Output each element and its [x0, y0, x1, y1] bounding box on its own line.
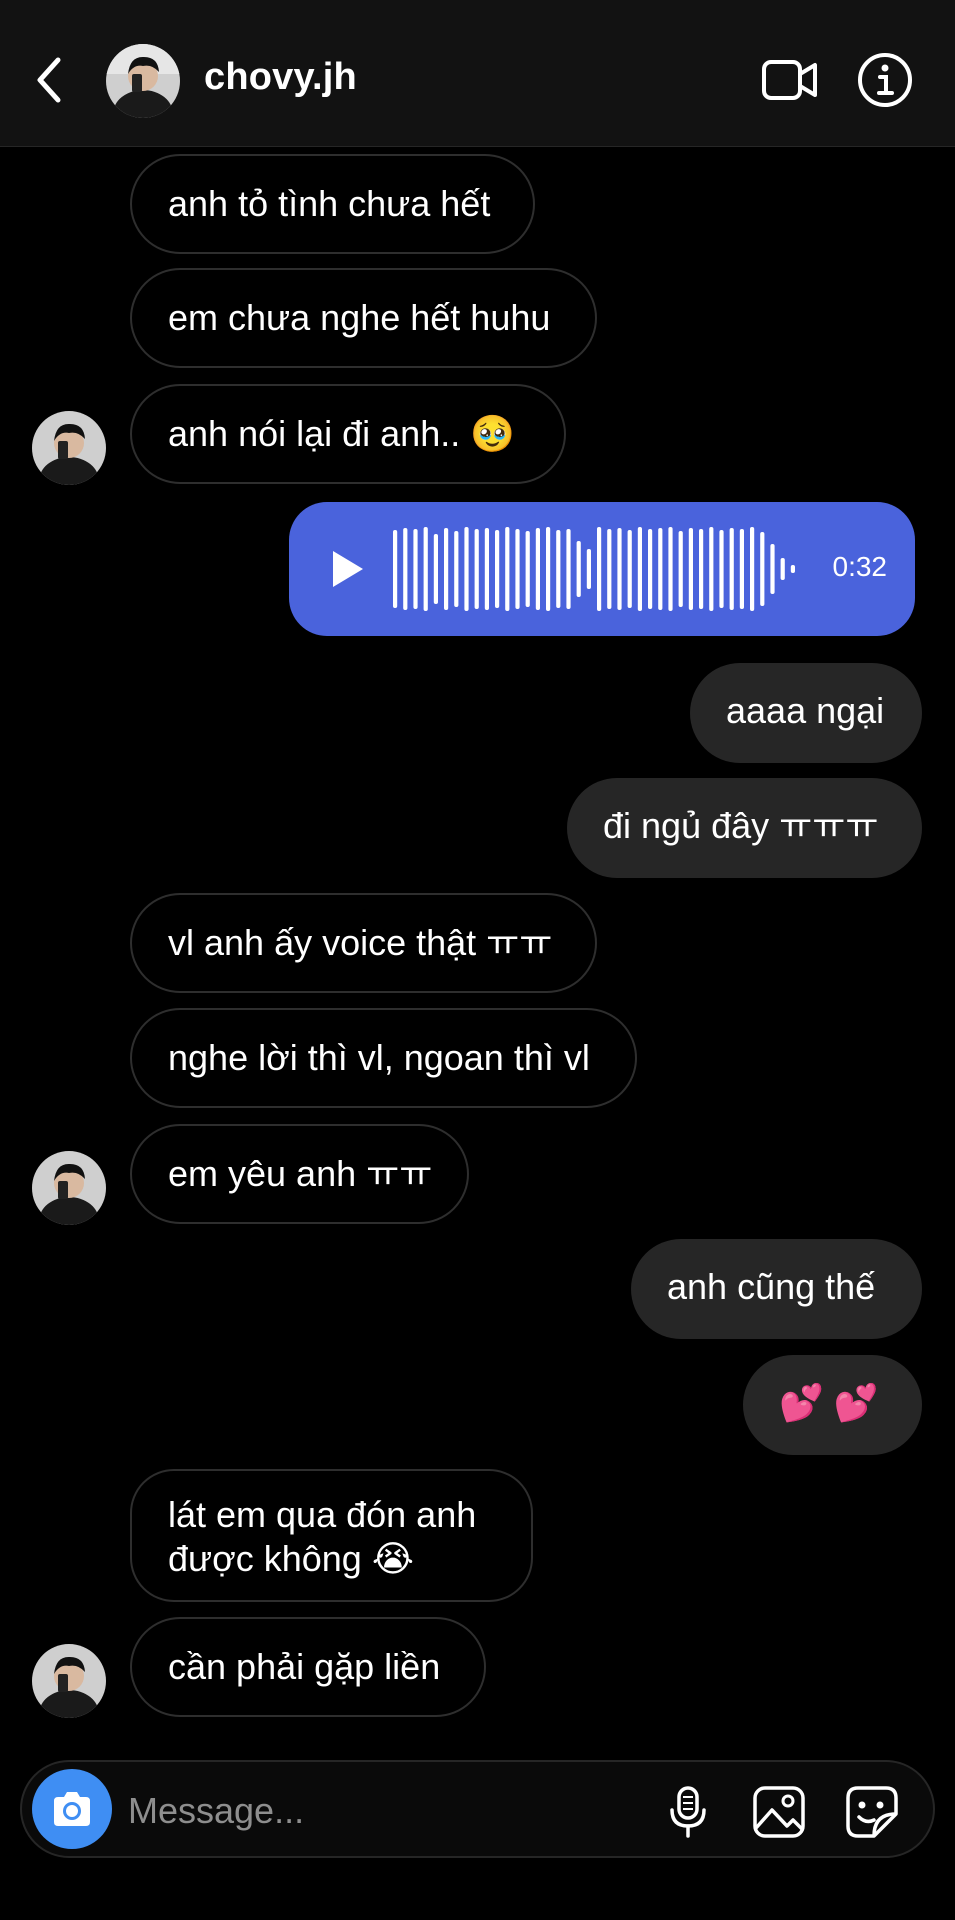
- sender-avatar[interactable]: [32, 1644, 106, 1718]
- chat-header: chovy.jh: [0, 0, 955, 147]
- message-text: anh nói lại đi anh.. 🥹: [168, 413, 516, 454]
- message-bubble-incoming[interactable]: vl anh ấy voice thật ㅠㅠ: [130, 893, 597, 993]
- play-icon: [333, 551, 363, 587]
- message-bubble-outgoing[interactable]: anh cũng thế: [631, 1239, 922, 1339]
- info-icon: [858, 53, 912, 107]
- message-bubble-outgoing[interactable]: aaaa ngại: [690, 663, 922, 763]
- waveform-bar: [495, 530, 500, 608]
- sender-avatar[interactable]: [32, 411, 106, 485]
- play-button[interactable]: [323, 545, 371, 593]
- waveform-bar: [627, 530, 632, 608]
- message-bubble-incoming[interactable]: nghe lời thì vl, ngoan thì vl: [130, 1008, 637, 1108]
- message-bubble-incoming[interactable]: anh nói lại đi anh.. 🥹: [130, 384, 566, 484]
- waveform-bar: [770, 544, 775, 594]
- back-button[interactable]: [30, 50, 70, 110]
- message-composer: [20, 1760, 935, 1858]
- chevron-left-icon: [37, 57, 61, 103]
- message-input[interactable]: [126, 1782, 550, 1840]
- waveform-bar: [709, 527, 714, 611]
- message-bubble-incoming[interactable]: lát em qua đón anh được không 😭: [130, 1469, 533, 1602]
- message-bubble-incoming[interactable]: cần phải gặp liền: [130, 1617, 486, 1717]
- waveform-bar: [525, 531, 530, 607]
- waveform-bar: [515, 529, 520, 609]
- microphone-button[interactable]: [660, 1784, 716, 1840]
- camera-button[interactable]: [32, 1769, 112, 1849]
- message-bubble-outgoing[interactable]: 💕 💕: [743, 1355, 922, 1455]
- waveform-bar: [474, 529, 479, 609]
- waveform-bar: [556, 530, 561, 608]
- header-avatar[interactable]: [106, 44, 180, 118]
- message-bubble-incoming[interactable]: em chưa nghe hết huhu: [130, 268, 597, 368]
- waveform-bar: [688, 528, 693, 610]
- waveform-bar: [739, 529, 744, 609]
- waveform-bar: [750, 527, 755, 611]
- message-bubble-incoming[interactable]: anh tỏ tình chưa hết: [130, 154, 535, 254]
- waveform-bar: [658, 528, 663, 610]
- waveform-bar: [413, 529, 418, 609]
- waveform-bar: [637, 527, 642, 611]
- voice-duration: 0:32: [832, 551, 888, 582]
- message-text: đi ngủ đây ㅠㅠㅠ: [603, 805, 879, 846]
- message-text: cần phải gặp liền: [168, 1646, 441, 1687]
- message-text: anh tỏ tình chưa hết: [168, 183, 491, 224]
- waveform-bar: [535, 528, 540, 610]
- waveform-bar: [597, 527, 602, 611]
- waveform-bar: [505, 527, 510, 611]
- microphone-icon: [670, 1786, 706, 1838]
- video-camera-icon: [762, 60, 817, 100]
- waveform-bar: [576, 541, 581, 597]
- video-call-button[interactable]: [760, 54, 820, 106]
- waveform-bar: [648, 529, 653, 609]
- camera-icon: [54, 1792, 90, 1826]
- waveform-bar: [699, 529, 704, 609]
- sender-avatar[interactable]: [32, 1151, 106, 1225]
- message-bubble-incoming[interactable]: em yêu anh ㅠㅠ: [130, 1124, 469, 1224]
- waveform-bar: [617, 528, 622, 610]
- waveform-bar: [719, 530, 724, 608]
- waveform-bar: [464, 527, 469, 611]
- waveform-bar: [484, 528, 489, 610]
- message-text: nghe lời thì vl, ngoan thì vl: [168, 1037, 590, 1078]
- message-text: lát em qua đón anh được không 😭: [168, 1494, 477, 1579]
- waveform-bar: [678, 531, 683, 607]
- waveform-bar: [403, 528, 408, 610]
- waveform-bar: [668, 527, 673, 611]
- chat-username[interactable]: chovy.jh: [204, 56, 357, 99]
- sticker-button[interactable]: [844, 1784, 900, 1840]
- waveform-bar: [566, 529, 571, 609]
- waveform-bar: [790, 565, 795, 573]
- waveform-bar: [433, 534, 438, 604]
- waveform-bar: [607, 529, 612, 609]
- gallery-button[interactable]: [751, 1784, 807, 1840]
- image-icon: [753, 1786, 805, 1838]
- message-text: 💕 💕: [779, 1382, 879, 1423]
- message-bubble-outgoing[interactable]: đi ngủ đây ㅠㅠㅠ: [567, 778, 922, 878]
- message-text: em chưa nghe hết huhu: [168, 297, 551, 338]
- waveform-bar: [423, 527, 428, 611]
- waveform-bar: [393, 530, 398, 608]
- info-button[interactable]: [855, 50, 915, 110]
- waveform-bar: [586, 549, 591, 589]
- message-text: aaaa ngại: [726, 690, 885, 731]
- waveform-bar: [780, 558, 785, 580]
- voice-message-bubble[interactable]: 0:32: [289, 502, 915, 636]
- waveform-bar: [444, 528, 449, 610]
- message-text: em yêu anh ㅠㅠ: [168, 1153, 433, 1194]
- waveform-bar: [454, 531, 459, 607]
- voice-waveform: [393, 527, 795, 611]
- waveform-bar: [546, 527, 551, 611]
- message-text: vl anh ấy voice thật ㅠㅠ: [168, 922, 553, 963]
- sticker-icon: [846, 1786, 898, 1838]
- waveform-bar: [729, 528, 734, 610]
- message-text: anh cũng thế: [667, 1266, 876, 1307]
- waveform-bar: [760, 532, 765, 606]
